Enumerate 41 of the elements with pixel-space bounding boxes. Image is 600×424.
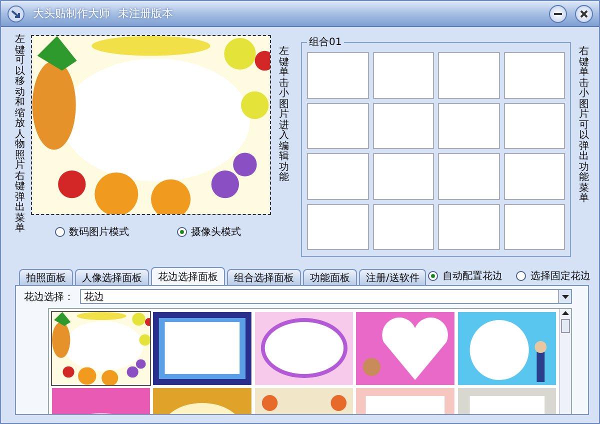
radio-button[interactable]: 摄像头模式	[177, 225, 241, 239]
dropdown[interactable]: 花边	[80, 289, 572, 304]
close-button[interactable]	[575, 4, 593, 22]
image-slot[interactable]	[504, 153, 565, 200]
image-slot[interactable]	[307, 102, 368, 149]
hint-text: 左键单击小图片进入编辑功能	[279, 45, 289, 185]
image-slot[interactable]	[438, 52, 500, 98]
radio-button[interactable]: 选择固定花边	[516, 269, 590, 283]
tab[interactable]: 人像选择面板	[75, 269, 149, 285]
image-slot[interactable]	[438, 102, 500, 149]
image-slot[interactable]	[307, 204, 368, 250]
caret-icon	[562, 294, 568, 298]
tab[interactable]: 功能面板	[303, 269, 357, 285]
group-title: 组合01	[308, 36, 343, 49]
minimize-button[interactable]	[549, 4, 567, 22]
tab[interactable]: 拍照面板	[19, 269, 73, 285]
image-slot[interactable]	[372, 204, 434, 250]
scroll-up-icon	[562, 311, 569, 315]
image-slot[interactable]	[504, 52, 565, 98]
image-slot[interactable]	[504, 204, 565, 250]
window-subtitle: 未注册版本	[118, 6, 173, 21]
tab[interactable]: 注册/送软件	[359, 269, 426, 285]
app-icon	[7, 4, 25, 22]
image-slot[interactable]	[307, 153, 368, 200]
window-title: 大头贴制作大师	[33, 6, 110, 21]
image-slot[interactable]	[372, 52, 434, 98]
hint-text: 右键单击小图片可以弹出功能菜单	[579, 45, 589, 206]
image-slot[interactable]	[307, 52, 368, 98]
hint-text: 左键可以移动和缩放人物照片右键弹出菜单	[15, 35, 25, 236]
radio-button[interactable]: 数码图片模式	[55, 225, 129, 239]
close-icon	[580, 10, 588, 18]
image-slot[interactable]	[438, 204, 500, 250]
radio-button[interactable]: 自动配置花边	[428, 269, 502, 283]
image-slot[interactable]	[438, 153, 500, 200]
tab[interactable]: 花边选择面板	[151, 267, 225, 285]
tab[interactable]: 组合选择面板	[227, 269, 301, 285]
field-label: 花边选择：	[24, 290, 74, 304]
image-slot[interactable]	[372, 102, 434, 149]
scroll-thumb[interactable]	[561, 319, 570, 333]
image-slot[interactable]	[372, 153, 434, 200]
image-slot[interactable]	[504, 102, 565, 149]
